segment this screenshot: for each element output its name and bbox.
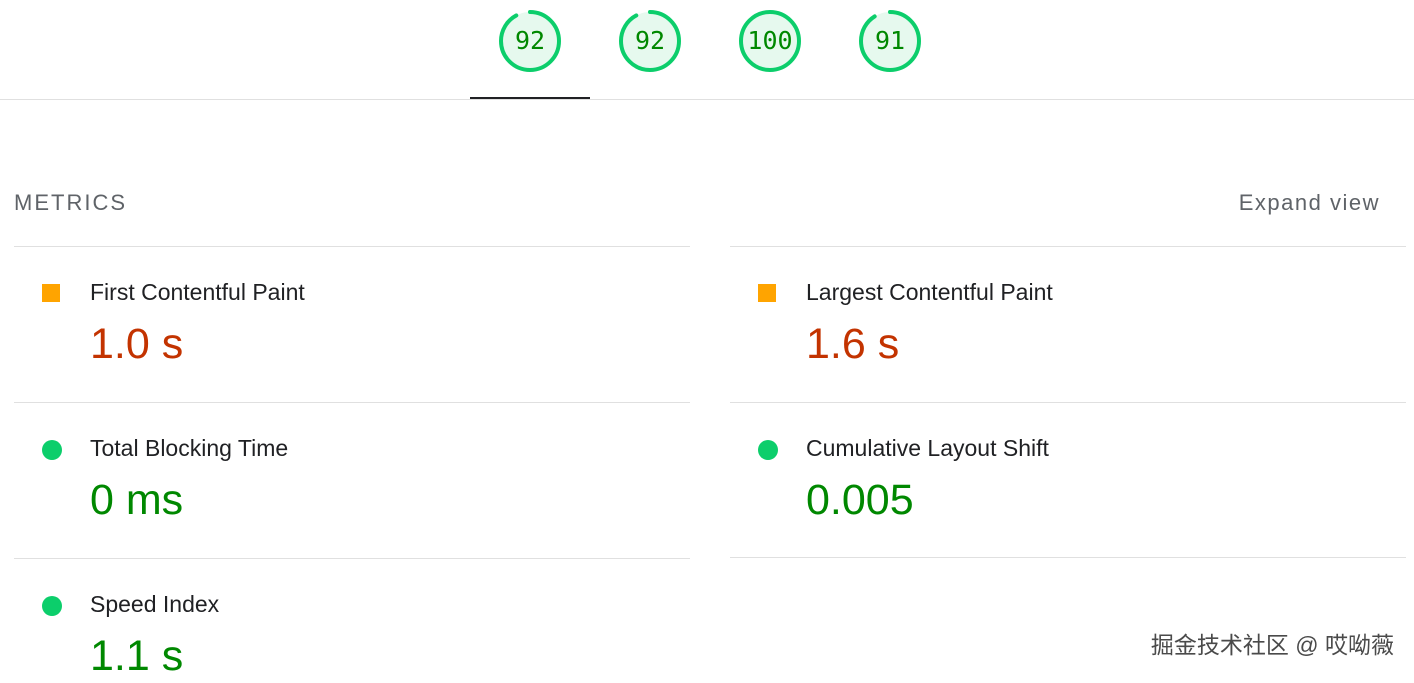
score-gauge-tabs: 92 92 100 91 [0, 0, 1414, 100]
metric-value: 1.1 s [90, 632, 184, 680]
watermark: 掘金技术社区 @ 哎呦薇 [1150, 632, 1394, 658]
orange-square-icon [758, 284, 776, 302]
gauge-score-3: 100 [747, 26, 793, 55]
green-circle-icon [42, 596, 62, 616]
metric-value: 0 ms [90, 476, 184, 524]
active-tab-underline [470, 97, 590, 99]
metrics-title: METRICS [14, 190, 127, 215]
metric-label: Cumulative Layout Shift [806, 435, 1049, 461]
gauge-score-2: 92 [634, 26, 666, 55]
green-circle-icon [42, 440, 62, 460]
gauge-tab-2[interactable]: 92 [618, 9, 682, 73]
gauge-tab-3[interactable]: 100 [738, 9, 802, 73]
gauge-tab-1[interactable]: 92 [498, 9, 562, 73]
metrics-divider [730, 557, 1406, 558]
orange-square-icon [42, 284, 60, 302]
metric-value: 0.005 [806, 476, 914, 524]
metrics-header: METRICS Expand view [14, 186, 1406, 220]
metric-value: 1.6 s [806, 320, 900, 368]
metric-largest-contentful-paint: Largest Contentful Paint 1.6 s [730, 246, 1406, 402]
gauge-tab-4[interactable]: 91 [858, 9, 922, 73]
gauge-score-1: 92 [514, 26, 546, 55]
metric-label: Speed Index [90, 591, 220, 617]
green-circle-icon [758, 440, 778, 460]
gauge-score-4: 91 [874, 26, 906, 55]
metric-speed-index: Speed Index 1.1 s [14, 558, 690, 681]
metric-value: 1.0 s [90, 320, 184, 368]
metric-cumulative-layout-shift: Cumulative Layout Shift 0.005 [730, 402, 1406, 558]
metric-label: Total Blocking Time [90, 435, 289, 461]
metric-label: First Contentful Paint [90, 279, 305, 305]
metric-first-contentful-paint: First Contentful Paint 1.0 s [14, 246, 690, 402]
metric-total-blocking-time: Total Blocking Time 0 ms [14, 402, 690, 558]
metric-label: Largest Contentful Paint [806, 279, 1053, 305]
expand-view-button[interactable]: Expand view [1239, 186, 1380, 220]
